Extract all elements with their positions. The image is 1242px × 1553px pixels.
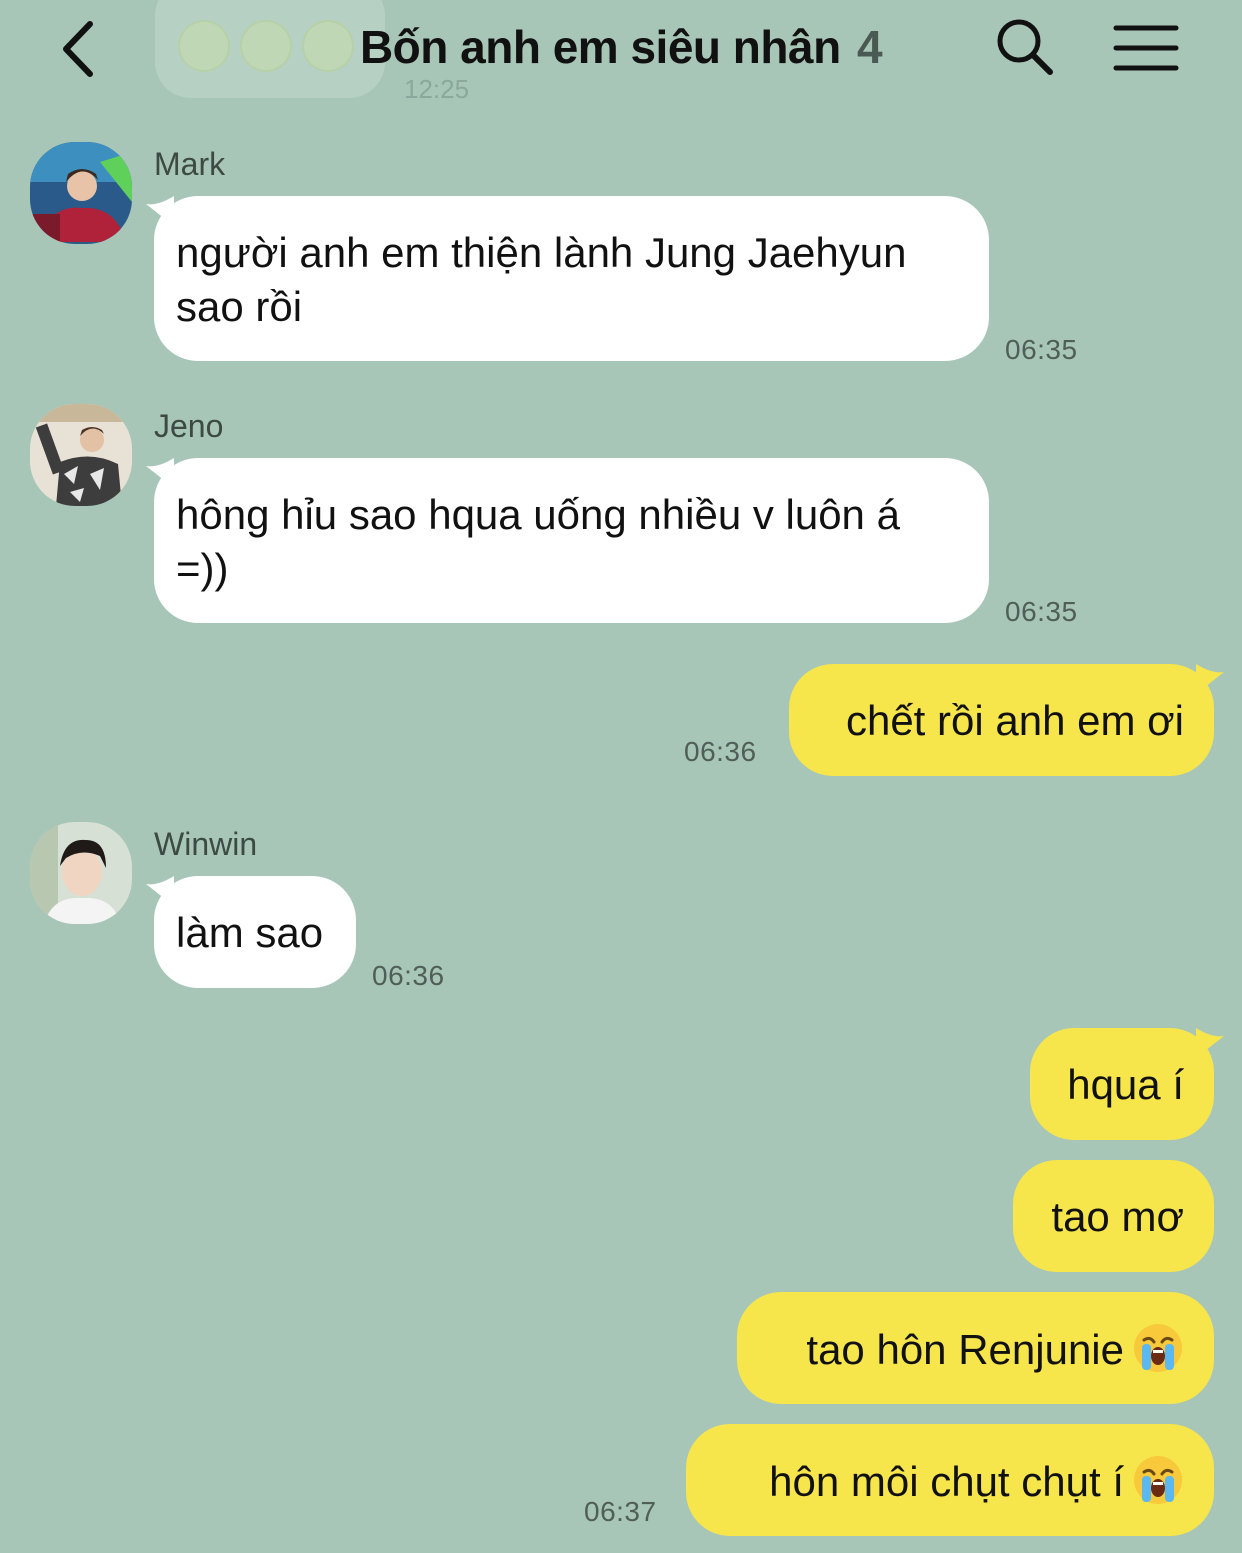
message-bubble-incoming[interactable]: hông hỉu sao hqua uống nhiều v luôn á =)… xyxy=(154,458,989,623)
sender-name: Winwin xyxy=(154,826,258,862)
message-time: 06:36 xyxy=(684,736,757,767)
group-name: Bốn anh em siêu nhân xyxy=(359,21,841,73)
menu-button[interactable] xyxy=(1112,22,1180,74)
message-text: hqua í xyxy=(1067,1061,1184,1108)
avatar-jeno[interactable] xyxy=(30,404,132,506)
message-bubble-outgoing[interactable]: chết rồi anh em ơi xyxy=(789,664,1214,776)
chat-header: Bốn anh em siêu nhân 4 xyxy=(0,0,1242,100)
message-bubble-outgoing[interactable]: tao hôn Renjunie xyxy=(737,1292,1214,1404)
message-text: tao hôn Renjunie xyxy=(806,1326,1124,1373)
avatar-mark[interactable] xyxy=(30,142,132,244)
hamburger-menu-icon xyxy=(1113,25,1179,71)
message-time: 06:37 xyxy=(584,1496,657,1527)
sender-name: Jeno xyxy=(154,408,224,444)
search-button[interactable] xyxy=(994,16,1056,78)
message-bubble-incoming[interactable]: người anh em thiện lành Jung Jaehyun sao… xyxy=(154,196,989,361)
message-bubble-outgoing[interactable]: tao mơ xyxy=(1013,1160,1214,1272)
loudly-crying-face-icon xyxy=(1134,1456,1182,1504)
member-count: 4 xyxy=(856,21,883,73)
message-text: chết rồi anh em ơi xyxy=(845,697,1184,744)
message-text: =)) xyxy=(176,545,229,592)
message-time: 06:36 xyxy=(372,960,445,991)
message-bubble-incoming[interactable]: làm sao xyxy=(154,876,356,988)
message-bubble-outgoing[interactable]: hôn môi chụt chụt í xyxy=(686,1424,1214,1536)
message-time: 06:35 xyxy=(1005,334,1078,365)
search-icon xyxy=(997,19,1053,75)
message-bubble-outgoing[interactable]: hqua í xyxy=(1030,1028,1214,1140)
bubble-tail xyxy=(1196,664,1224,694)
message-text: người anh em thiện lành Jung Jaehyun xyxy=(176,229,907,276)
message-text: làm sao xyxy=(176,909,324,956)
sender-name: Mark xyxy=(154,146,226,182)
message-text: hông hỉu sao hqua uống nhiều v luôn á xyxy=(176,491,900,538)
message-text: tao mơ xyxy=(1051,1193,1184,1240)
message-text: sao rồi xyxy=(176,283,303,330)
avatar-winwin[interactable] xyxy=(30,822,132,924)
message-text: hôn môi chụt chụt í xyxy=(769,1458,1124,1505)
loudly-crying-face-icon xyxy=(1134,1324,1182,1372)
bubble-tail xyxy=(1196,1028,1224,1058)
message-time: 06:35 xyxy=(1005,596,1078,627)
